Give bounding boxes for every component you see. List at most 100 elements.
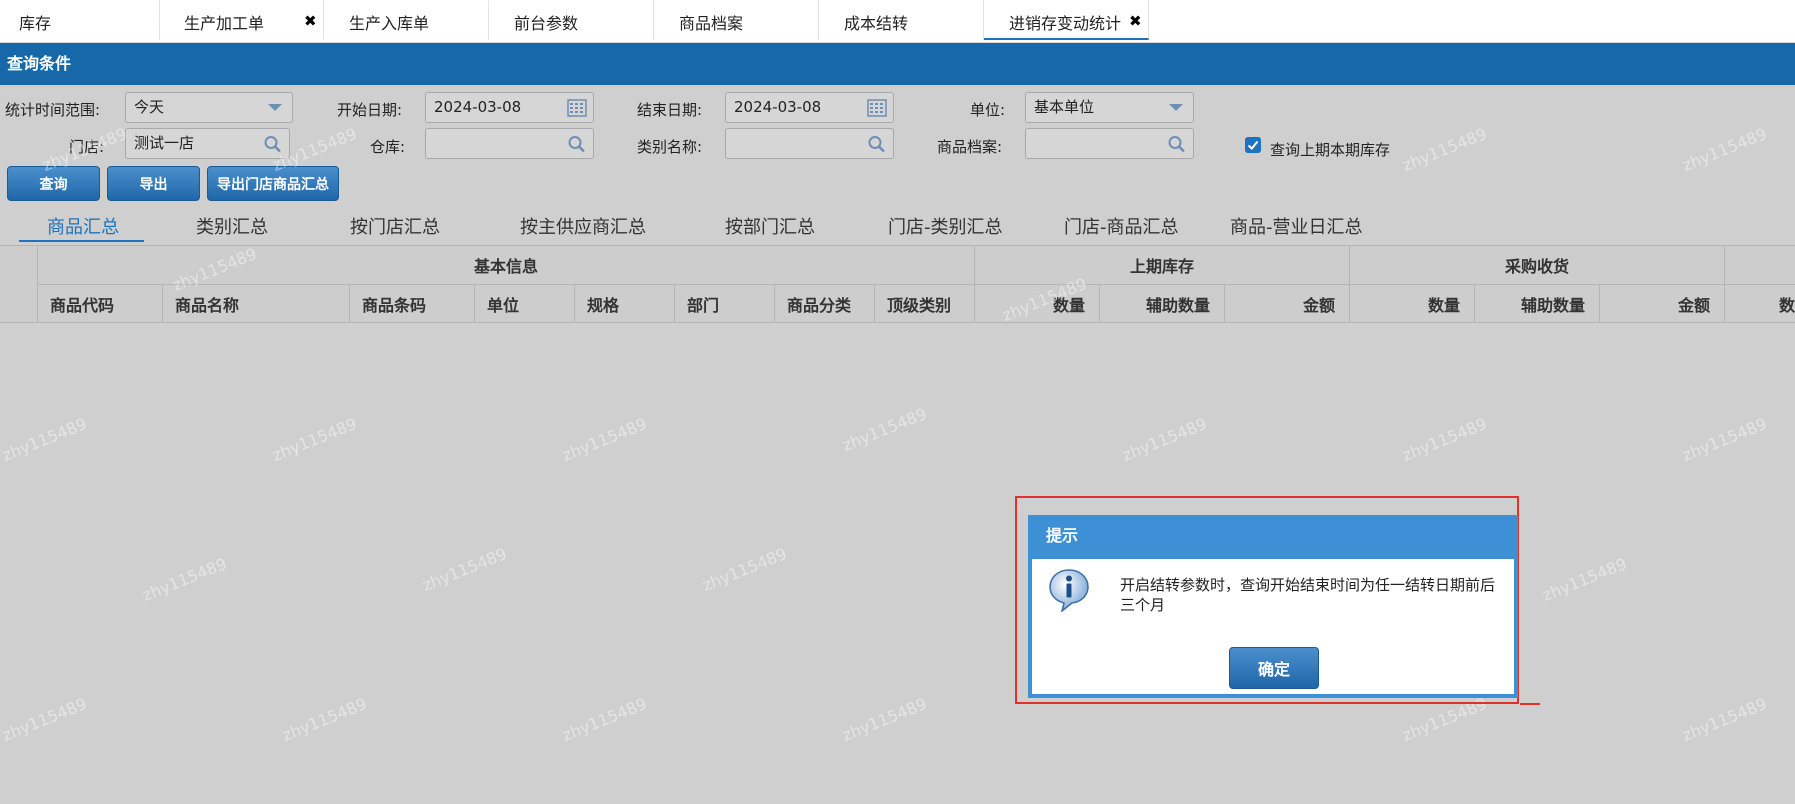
- col-prev-qty[interactable]: 数量: [975, 285, 1100, 322]
- group-next: [1725, 246, 1795, 284]
- col-unit[interactable]: 单位: [475, 285, 575, 322]
- highlight-marker: [1520, 703, 1540, 705]
- tab-label: 生产入库单: [349, 14, 430, 33]
- watermark: zhy115489: [269, 414, 360, 465]
- store-value: 测试一店: [134, 134, 195, 152]
- watermark: zhy115489: [1679, 124, 1770, 175]
- subtab-supplier-summary[interactable]: 按主供应商汇总: [520, 213, 646, 239]
- ok-button[interactable]: 确定: [1229, 647, 1319, 689]
- watermark: zhy115489: [1679, 414, 1770, 465]
- tab-production-stock-in[interactable]: 生产入库单: [324, 0, 489, 40]
- search-icon[interactable]: [567, 135, 587, 153]
- col-department[interactable]: 部门: [675, 285, 775, 322]
- subtab-store-category-summary[interactable]: 门店-类别汇总: [888, 213, 1003, 239]
- dialog-title[interactable]: 提示: [1032, 515, 1514, 559]
- col-spec[interactable]: 规格: [575, 285, 675, 322]
- group-basic-info: 基本信息: [38, 246, 975, 284]
- watermark: zhy115489: [1119, 414, 1210, 465]
- col-purchase-aux-qty[interactable]: 辅助数量: [1475, 285, 1600, 322]
- calendar-icon[interactable]: [867, 99, 887, 117]
- col-product-code[interactable]: 商品代码: [38, 285, 163, 322]
- tab-label: 前台参数: [514, 14, 579, 33]
- col-top-category[interactable]: 顶级类别: [875, 285, 975, 322]
- start-date-label: 开始日期:: [337, 101, 403, 119]
- chevron-down-icon: [268, 104, 282, 111]
- unit-value: 基本单位: [1034, 98, 1095, 116]
- chevron-down-icon: [1169, 104, 1183, 111]
- end-date-value: 2024-03-08: [734, 98, 822, 116]
- col-barcode[interactable]: 商品条码: [350, 285, 475, 322]
- group-prev-stock: 上期库存: [975, 246, 1350, 284]
- export-store-summary-button[interactable]: 导出门店商品汇总: [207, 166, 339, 201]
- info-icon: [1049, 569, 1089, 612]
- category-label: 类别名称:: [637, 138, 703, 156]
- tab-front-params[interactable]: 前台参数: [489, 0, 654, 40]
- col-product-category[interactable]: 商品分类: [775, 285, 875, 322]
- watermark: zhy115489: [0, 694, 90, 745]
- calendar-icon[interactable]: [567, 99, 587, 117]
- end-date-input[interactable]: 2024-03-08: [725, 92, 894, 123]
- category-input[interactable]: [725, 128, 894, 159]
- start-date-input[interactable]: 2024-03-08: [425, 92, 594, 123]
- alert-dialog: 提示 开启结转参数时，查询开始结束时间为任一结转日期前后三个月 确定: [1028, 515, 1518, 698]
- product-input[interactable]: [1025, 128, 1194, 159]
- col-purchase-qty[interactable]: 数量: [1350, 285, 1475, 322]
- close-icon[interactable]: ✖: [304, 12, 317, 30]
- tab-label: 成本结转: [844, 14, 909, 33]
- watermark: zhy115489: [1399, 124, 1490, 175]
- tab-label: 库存: [19, 14, 52, 33]
- grid-header: 基本信息 上期库存 采购收货 商品代码 商品名称 商品条码 单位 规格 部门 商…: [0, 245, 1795, 323]
- stock-checkbox[interactable]: [1245, 137, 1261, 153]
- search-icon[interactable]: [1167, 135, 1187, 153]
- col-product-name[interactable]: 商品名称: [163, 285, 350, 322]
- active-subtab-indicator: [19, 240, 144, 242]
- watermark: zhy115489: [839, 694, 930, 745]
- store-input[interactable]: 测试一店: [125, 128, 290, 159]
- range-label: 统计时间范围:: [5, 101, 101, 119]
- store-label: 门店:: [69, 138, 105, 156]
- product-label: 商品档案:: [937, 138, 1003, 156]
- start-date-value: 2024-03-08: [434, 98, 522, 116]
- export-button[interactable]: 导出: [107, 166, 200, 201]
- time-range-select[interactable]: 今天: [125, 92, 293, 123]
- search-icon[interactable]: [263, 135, 283, 153]
- tab-label: 进销存变动统计: [1009, 14, 1122, 33]
- col-next-truncated[interactable]: 数: [1725, 285, 1795, 322]
- warehouse-label: 仓库:: [370, 138, 406, 156]
- tab-inventory[interactable]: 库存: [0, 0, 160, 40]
- subtab-product-businessday-summary[interactable]: 商品-营业日汇总: [1230, 213, 1363, 239]
- watermark: zhy115489: [839, 404, 930, 455]
- subtab-department-summary[interactable]: 按部门汇总: [725, 213, 815, 239]
- watermark: zhy115489: [419, 544, 510, 595]
- subtab-category-summary[interactable]: 类别汇总: [196, 213, 268, 239]
- tab-production-order[interactable]: 生产加工单 ✖: [160, 0, 324, 40]
- row-number-header: [0, 246, 38, 322]
- tab-inventory-change-stats[interactable]: 进销存变动统计 ✖: [984, 0, 1149, 40]
- tab-product-archive[interactable]: 商品档案: [654, 0, 819, 40]
- search-icon[interactable]: [867, 135, 887, 153]
- col-prev-amount[interactable]: 金额: [1225, 285, 1350, 322]
- group-purchase: 采购收货: [1350, 246, 1725, 284]
- tab-label: 生产加工单: [184, 14, 265, 33]
- col-prev-aux-qty[interactable]: 辅助数量: [1100, 285, 1225, 322]
- watermark: zhy115489: [0, 414, 90, 465]
- end-date-label: 结束日期:: [637, 101, 703, 119]
- watermark: zhy115489: [559, 694, 650, 745]
- subtab-store-product-summary[interactable]: 门店-商品汇总: [1064, 213, 1179, 239]
- tab-cost-carryover[interactable]: 成本结转: [819, 0, 984, 40]
- close-icon[interactable]: ✖: [1129, 12, 1142, 30]
- watermark: zhy115489: [139, 554, 230, 605]
- subtab-product-summary[interactable]: 商品汇总: [47, 213, 119, 239]
- warehouse-input[interactable]: [425, 128, 594, 159]
- watermark: zhy115489: [1679, 694, 1770, 745]
- unit-select[interactable]: 基本单位: [1025, 92, 1194, 123]
- watermark: zhy115489: [1399, 414, 1490, 465]
- time-range-value: 今天: [134, 98, 165, 116]
- dialog-message: 开启结转参数时，查询开始结束时间为任一结转日期前后三个月: [1120, 576, 1496, 614]
- query-button[interactable]: 查询: [7, 166, 100, 201]
- col-purchase-amount[interactable]: 金额: [1600, 285, 1725, 322]
- subtab-store-summary[interactable]: 按门店汇总: [350, 213, 440, 239]
- query-conditions-header: 查询条件: [0, 43, 1795, 85]
- top-tab-strip: 库存 生产加工单 ✖ 生产入库单 前台参数 商品档案 成本结转 进销存变动统计 …: [0, 0, 1795, 43]
- tab-label: 商品档案: [679, 14, 744, 33]
